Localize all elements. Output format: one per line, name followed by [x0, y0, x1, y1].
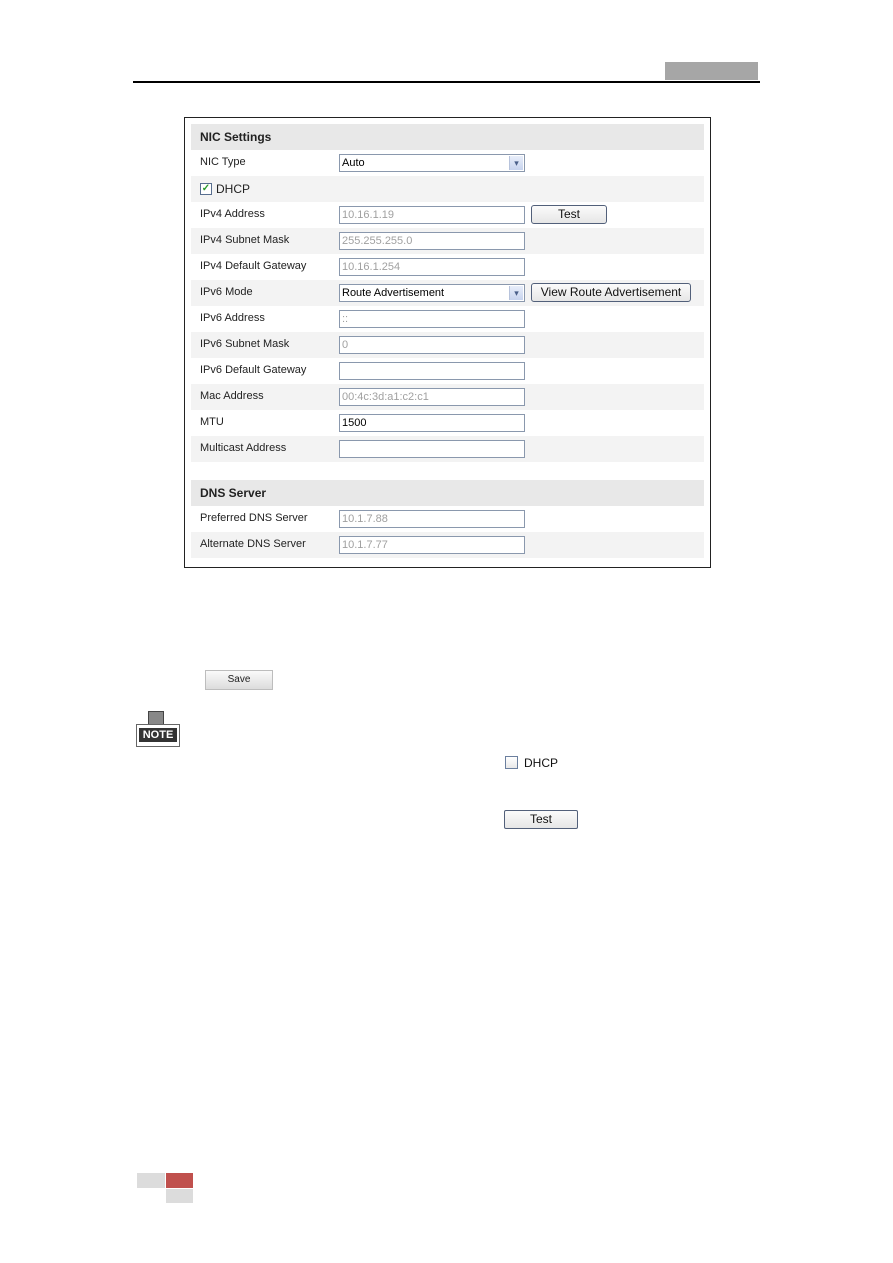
row-ipv4-default-gateway: IPv4 Default Gateway 10.16.1.254 — [191, 254, 704, 280]
nic-type-value: Auto — [342, 157, 365, 169]
header-tab — [665, 62, 758, 80]
row-ipv4-address: IPv4 Address 10.16.1.19 Test — [191, 202, 704, 228]
row-ipv4-subnet-mask: IPv4 Subnet Mask 255.255.255.0 — [191, 228, 704, 254]
nic-type-label: NIC Type — [200, 156, 246, 168]
ipv4-address-label: IPv4 Address — [200, 208, 265, 220]
ipv6-address-input[interactable]: :: — [339, 310, 525, 328]
footer-block-gray — [137, 1173, 165, 1188]
test-inline-button-icon: Test — [504, 810, 578, 829]
mtu-input[interactable]: 1500 — [339, 414, 525, 432]
row-preferred-dns: Preferred DNS Server 10.1.7.88 — [191, 506, 704, 532]
chevron-down-icon[interactable]: ▾ — [509, 156, 523, 170]
view-route-advertisement-button[interactable]: View Route Advertisement — [531, 283, 691, 302]
multicast-address-input[interactable] — [339, 440, 525, 458]
footer-block-red — [166, 1173, 193, 1188]
ipv6-mode-label: IPv6 Mode — [200, 286, 253, 298]
preferred-dns-input[interactable]: 10.1.7.88 — [339, 510, 525, 528]
alternate-dns-input[interactable]: 10.1.7.77 — [339, 536, 525, 554]
ipv6-mode-select[interactable]: Route Advertisement ▾ — [339, 284, 525, 302]
section-title: DNS Server — [200, 486, 267, 500]
note-icon: NOTE — [136, 711, 180, 747]
section-title: NIC Settings — [200, 130, 272, 144]
save-button[interactable]: Save — [205, 670, 273, 690]
section-nic-settings: NIC Settings — [191, 124, 704, 150]
note-tag: NOTE — [136, 724, 180, 747]
row-mtu: MTU 1500 — [191, 410, 704, 436]
ipv4-default-gateway-input[interactable]: 10.16.1.254 — [339, 258, 525, 276]
ipv4-default-gateway-label: IPv4 Default Gateway — [200, 260, 307, 272]
ipv6-subnet-mask-input[interactable]: 0 — [339, 336, 525, 354]
mac-address-label: Mac Address — [200, 390, 264, 402]
ipv6-mode-value: Route Advertisement — [342, 287, 445, 299]
mac-address-input[interactable]: 00:4c:3d:a1:c2:c1 — [339, 388, 525, 406]
ipv6-default-gateway-input[interactable] — [339, 362, 525, 380]
row-ipv6-default-gateway: IPv6 Default Gateway — [191, 358, 704, 384]
alternate-dns-label: Alternate DNS Server — [200, 538, 306, 550]
ipv4-subnet-mask-input[interactable]: 255.255.255.0 — [339, 232, 525, 250]
dhcp-label: DHCP — [216, 182, 251, 196]
ipv6-address-label: IPv6 Address — [200, 312, 265, 324]
ipv6-subnet-mask-label: IPv6 Subnet Mask — [200, 338, 290, 350]
ipv6-default-gateway-label: IPv6 Default Gateway — [200, 364, 307, 376]
mtu-label: MTU — [200, 416, 224, 428]
row-alternate-dns: Alternate DNS Server 10.1.7.77 — [191, 532, 704, 558]
dhcp-inline-label: DHCP — [524, 756, 559, 770]
multicast-address-label: Multicast Address — [200, 442, 287, 454]
header-rule — [133, 81, 760, 83]
note-label: NOTE — [139, 728, 177, 742]
section-dns-server: DNS Server — [191, 480, 704, 506]
preferred-dns-label: Preferred DNS Server — [200, 512, 308, 524]
network-settings-panel: NIC Settings NIC Type Auto ▾ ✓ DHCP IPv4… — [184, 117, 711, 568]
nic-type-select[interactable]: Auto ▾ — [339, 154, 525, 172]
ipv4-subnet-mask-label: IPv4 Subnet Mask — [200, 234, 290, 246]
row-mac-address: Mac Address 00:4c:3d:a1:c2:c1 — [191, 384, 704, 410]
row-nic-type: NIC Type Auto ▾ — [191, 150, 704, 176]
test-button[interactable]: Test — [531, 205, 607, 224]
chevron-down-icon[interactable]: ▾ — [509, 286, 523, 300]
row-dhcp: ✓ DHCP — [191, 176, 704, 202]
row-ipv6-address: IPv6 Address :: — [191, 306, 704, 332]
row-ipv6-mode: IPv6 Mode Route Advertisement ▾ View Rou… — [191, 280, 704, 306]
ipv4-address-input[interactable]: 10.16.1.19 — [339, 206, 525, 224]
footer-block-gray-lower — [166, 1189, 193, 1203]
dhcp-checkbox[interactable]: ✓ — [200, 183, 212, 195]
dhcp-inline-checkbox-icon — [505, 756, 518, 769]
row-multicast-address: Multicast Address — [191, 436, 704, 462]
row-ipv6-subnet-mask: IPv6 Subnet Mask 0 — [191, 332, 704, 358]
